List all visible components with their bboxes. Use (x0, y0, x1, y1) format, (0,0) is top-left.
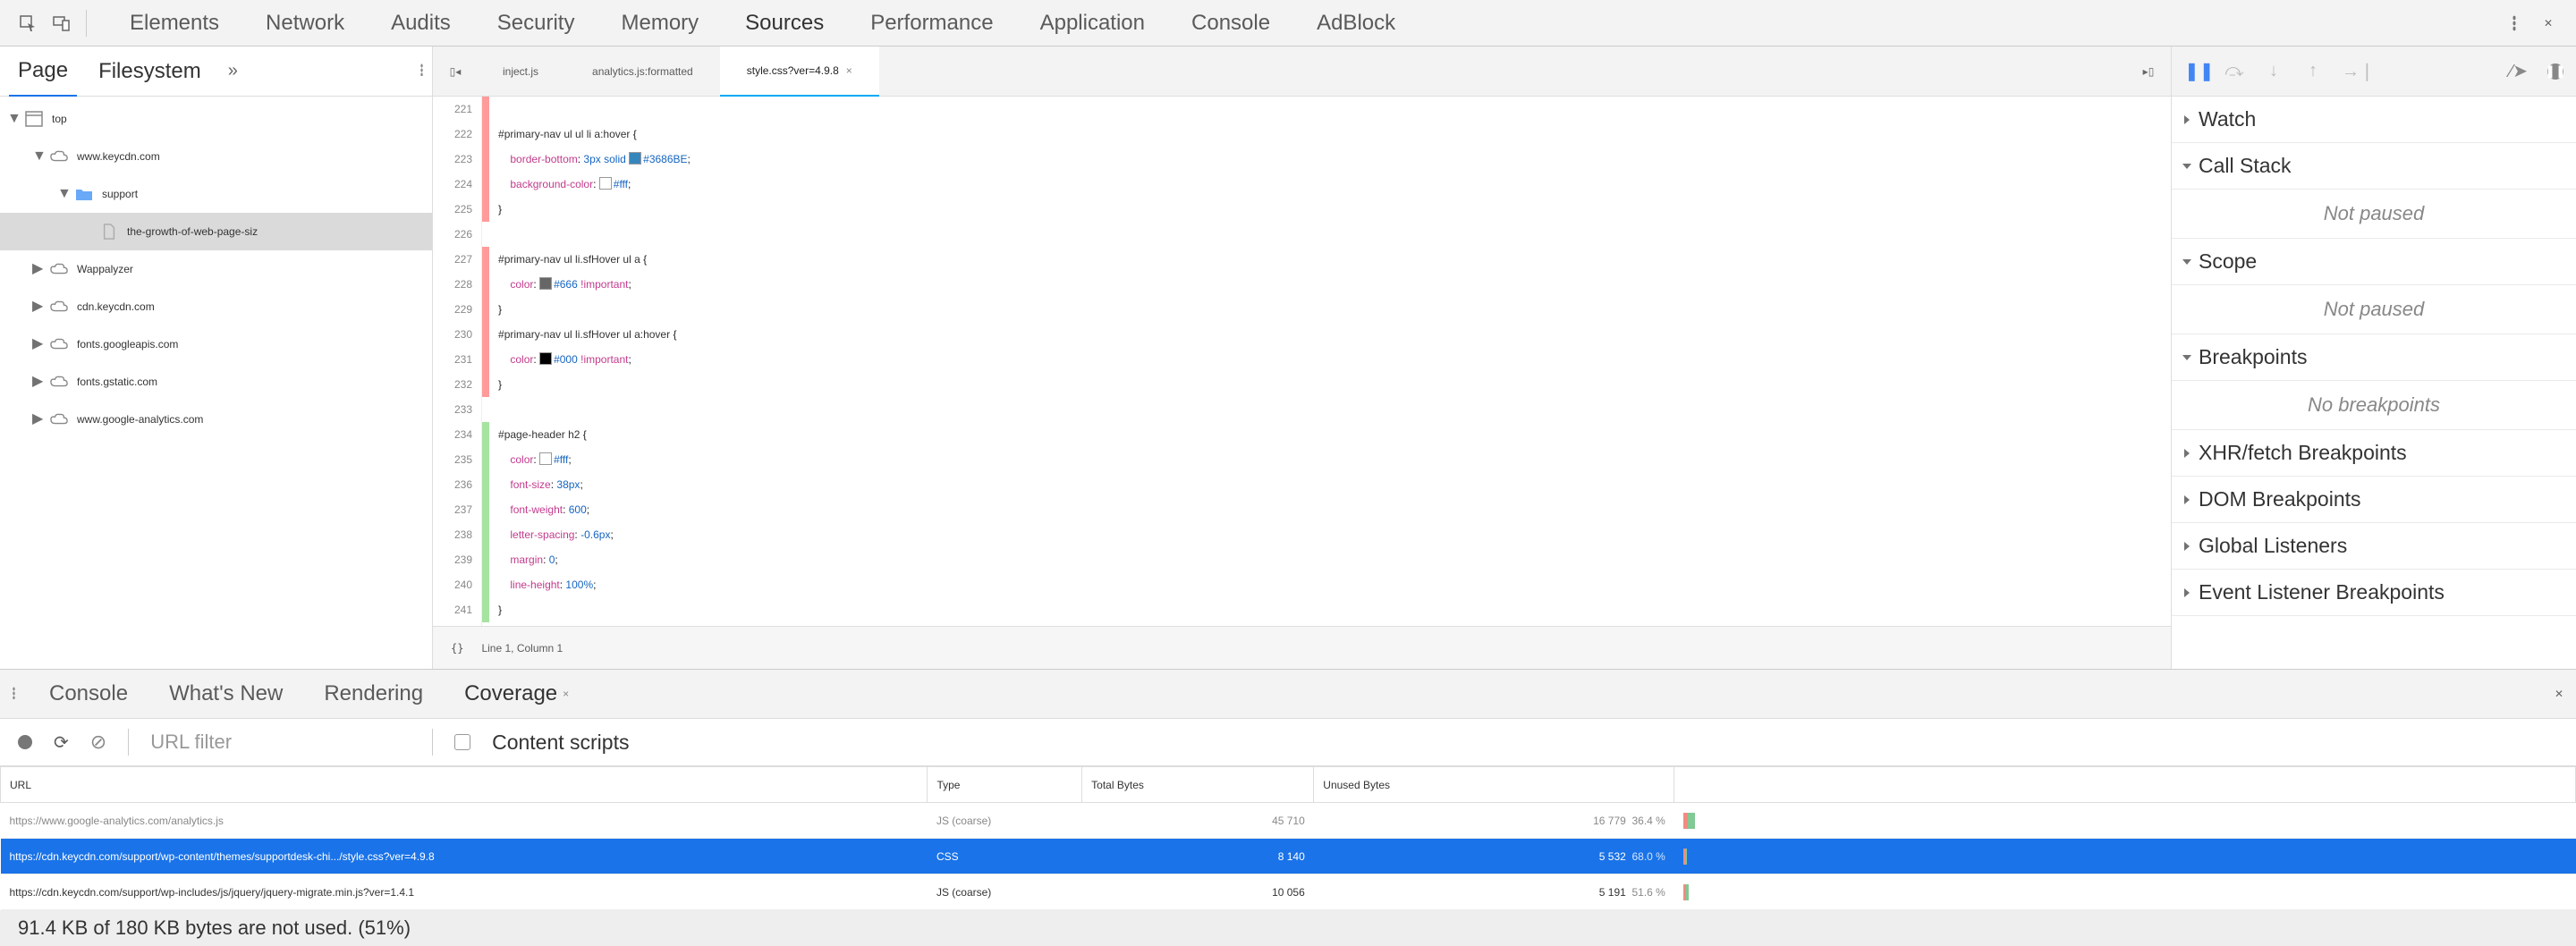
debugger-section-global-listeners[interactable]: Global Listeners (2172, 523, 2576, 570)
content-scripts-label: Content scripts (492, 731, 629, 755)
navigator-tabs: Page Filesystem » (0, 46, 432, 97)
deactivate-breakpoints-icon[interactable]: ⁄➤ (2508, 60, 2529, 82)
editor-tab[interactable]: inject.js (476, 46, 565, 97)
content-scripts-checkbox[interactable] (454, 734, 470, 750)
coverage-table[interactable]: URLTypeTotal BytesUnused Bytes https://w… (0, 766, 2576, 910)
panel-sources[interactable]: Sources (722, 0, 847, 46)
tree-item[interactable]: ▼www.keycdn.com (0, 138, 432, 175)
devtools-main-tabs: ElementsNetworkAuditsSecurityMemorySourc… (0, 0, 2576, 46)
drawer-tab-rendering[interactable]: Rendering (308, 670, 439, 718)
step-over-icon[interactable]: ⤼ (2224, 61, 2245, 81)
coverage-row[interactable]: https://www.google-analytics.com/analyti… (1, 803, 2576, 839)
coverage-row[interactable]: https://cdn.keycdn.com/support/wp-conten… (1, 839, 2576, 874)
record-icon[interactable] (18, 735, 32, 749)
close-devtools-icon[interactable] (2535, 10, 2562, 37)
url-filter-input[interactable]: URL filter (150, 731, 232, 754)
close-tab-icon[interactable]: × (563, 688, 569, 700)
coverage-toolbar: ⟳ ⊘ URL filter Content scripts (0, 718, 2576, 766)
pause-icon[interactable]: ❚❚ (2184, 60, 2206, 82)
panel-security[interactable]: Security (474, 0, 598, 46)
tree-item[interactable]: ▶Wappalyzer (0, 250, 432, 288)
close-tab-icon[interactable]: × (846, 64, 852, 77)
more-menu-icon[interactable] (2501, 10, 2528, 37)
reload-icon[interactable]: ⟳ (54, 731, 69, 754)
debugger-section-xhr-fetch-breakpoints[interactable]: XHR/fetch Breakpoints (2172, 430, 2576, 477)
frame-icon (23, 110, 45, 128)
code-editor[interactable]: 2212222232242252262272282292302312322332… (433, 97, 2171, 626)
panel-elements[interactable]: Elements (106, 0, 242, 46)
cloud-icon (48, 410, 70, 428)
debugger-section-call-stack[interactable]: Call Stack (2172, 143, 2576, 190)
panel-memory[interactable]: Memory (597, 0, 722, 46)
toggle-navigator-icon[interactable]: ▯◂ (442, 65, 469, 78)
tab-page[interactable]: Page (9, 46, 77, 97)
tree-item[interactable]: ▼support (0, 175, 432, 213)
panel-adblock[interactable]: AdBlock (1293, 0, 1419, 46)
tree-item[interactable]: the-growth-of-web-page-siz (0, 213, 432, 250)
cloud-icon (48, 260, 70, 278)
tree-item[interactable]: ▶www.google-analytics.com (0, 401, 432, 438)
navigator-menu-icon[interactable] (420, 63, 423, 79)
tree-item[interactable]: ▼top (0, 100, 432, 138)
step-icon[interactable]: →❘ (2342, 60, 2363, 82)
cloud-icon (48, 335, 70, 353)
device-toggle-icon[interactable] (48, 10, 75, 37)
panel-performance[interactable]: Performance (847, 0, 1016, 46)
panel-network[interactable]: Network (242, 0, 368, 46)
cloud-icon (48, 148, 70, 165)
editor-tab[interactable]: analytics.js:formatted (565, 46, 720, 97)
panel-console[interactable]: Console (1168, 0, 1293, 46)
close-drawer-icon[interactable] (2555, 688, 2563, 700)
tree-item[interactable]: ▶fonts.googleapis.com (0, 325, 432, 363)
debugger-section-event-listener-breakpoints[interactable]: Event Listener Breakpoints (2172, 570, 2576, 616)
tab-filesystem[interactable]: Filesystem (89, 46, 210, 97)
clear-icon[interactable]: ⊘ (90, 731, 106, 754)
folder-icon (73, 185, 95, 203)
panel-application[interactable]: Application (1017, 0, 1168, 46)
panel-audits[interactable]: Audits (368, 0, 474, 46)
coverage-row[interactable]: https://cdn.keycdn.com/support/wp-includ… (1, 874, 2576, 910)
editor-status-bar: {} Line 1, Column 1 (433, 626, 2171, 669)
file-tree[interactable]: ▼top▼www.keycdn.com▼supportthe-growth-of… (0, 97, 432, 669)
drawer-menu-icon[interactable] (13, 687, 15, 702)
drawer-tab-console[interactable]: Console (33, 670, 144, 718)
drawer-tab-coverage[interactable]: Coverage × (448, 670, 585, 718)
cloud-icon (48, 298, 70, 316)
step-out-icon[interactable]: ↑ (2302, 61, 2324, 81)
cloud-icon (48, 373, 70, 391)
pause-exceptions-icon[interactable]: ❚❚ (2547, 63, 2563, 80)
step-into-icon[interactable]: ↓ (2263, 61, 2284, 81)
tree-item[interactable]: ▶fonts.gstatic.com (0, 363, 432, 401)
file-icon (98, 223, 120, 241)
drawer-tab-what-s-new[interactable]: What's New (153, 670, 299, 718)
drawer: ConsoleWhat's NewRenderingCoverage × ⟳ ⊘… (0, 669, 2576, 910)
pretty-print-icon[interactable]: {} (451, 642, 463, 655)
toggle-debugger-icon[interactable]: ▸▯ (2135, 65, 2162, 78)
inspect-icon[interactable] (14, 10, 41, 37)
coverage-summary: 91.4 KB of 180 KB bytes are not used. (5… (0, 910, 2576, 946)
tree-item[interactable]: ▶cdn.keycdn.com (0, 288, 432, 325)
debugger-section-dom-breakpoints[interactable]: DOM Breakpoints (2172, 477, 2576, 523)
debugger-section-watch[interactable]: Watch (2172, 97, 2576, 143)
debugger-section-scope[interactable]: Scope (2172, 239, 2576, 285)
cursor-position: Line 1, Column 1 (481, 642, 563, 655)
editor-tabs: ▯◂ inject.jsanalytics.js:formattedstyle.… (433, 46, 2171, 97)
editor-tab[interactable]: style.css?ver=4.9.8× (720, 46, 879, 97)
navigator-more-icon[interactable]: » (223, 61, 243, 81)
debugger-section-breakpoints[interactable]: Breakpoints (2172, 334, 2576, 381)
debugger-sidebar: ❚❚ ⤼ ↓ ↑ →❘ ⁄➤ ❚❚ WatchCall StackNot pau… (2172, 46, 2576, 669)
